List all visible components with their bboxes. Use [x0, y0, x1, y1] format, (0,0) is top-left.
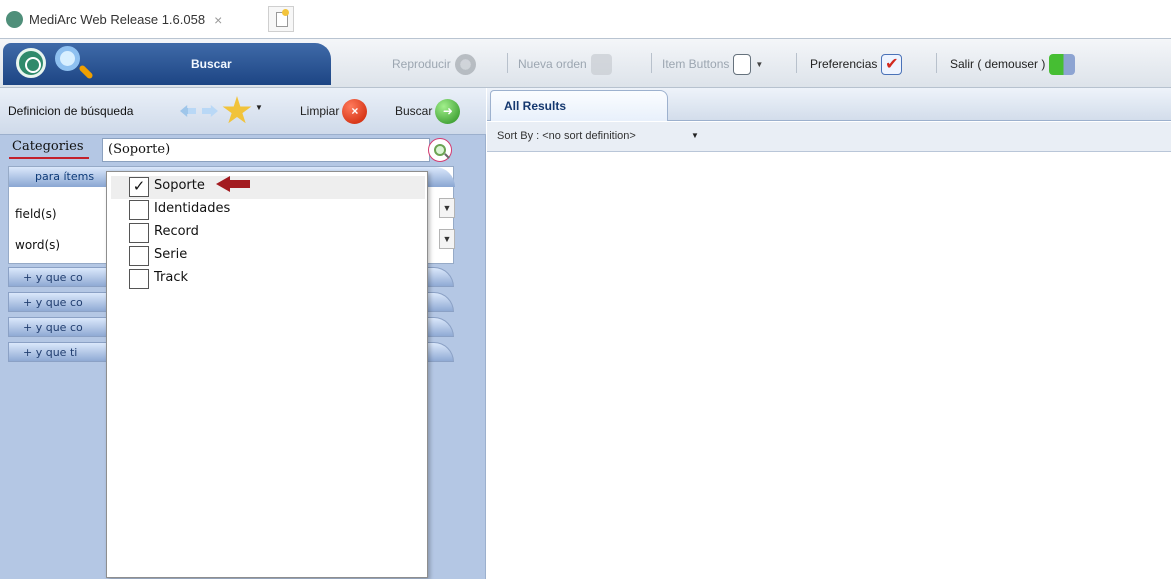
toolbar-divider	[796, 53, 797, 73]
condition-row-label: + y que ti	[23, 346, 78, 359]
dropdown-item-serie[interactable]: Serie	[129, 245, 389, 268]
search-toolbar: Definicion de búsqueda ▼ Limpiar × Busca…	[0, 88, 486, 135]
toolbar-divider	[936, 53, 937, 73]
words-label: word(s)	[15, 238, 61, 252]
preferences-button[interactable]: Preferencias ✔	[810, 52, 903, 76]
sort-bar: Sort By : <no sort definition> ▼	[487, 122, 1171, 152]
categories-lookup-button[interactable]	[428, 138, 452, 162]
checkbox[interactable]	[129, 246, 149, 266]
words-dropdown-button[interactable]: ▼	[439, 229, 455, 249]
search-tab[interactable]: Buscar	[3, 43, 331, 85]
dropdown-item-track[interactable]: Track	[129, 268, 389, 291]
browser-tab-strip: MediArc Web Release 1.6.058 ×	[0, 0, 1171, 38]
exit-button[interactable]: Salir ( demouser )	[950, 52, 1076, 76]
left-arrow-icon[interactable]	[180, 105, 196, 117]
fields-dropdown-button[interactable]: ▼	[439, 198, 455, 218]
globe-logo-icon	[16, 48, 46, 78]
dropdown-item-soporte[interactable]: ✓ Soporte	[111, 176, 425, 199]
right-arrow-icon[interactable]	[202, 105, 218, 117]
condition-row-label: + y que co	[23, 321, 83, 334]
condition-row-label: + y que co	[23, 296, 83, 309]
results-panel: All Results Sort By : <no sort definitio…	[487, 88, 1171, 579]
play-button[interactable]: Reproducir	[392, 52, 476, 76]
clear-button[interactable]: Limpiar ×	[300, 97, 368, 125]
dropdown-item-record[interactable]: Record	[129, 222, 389, 245]
browser-tab[interactable]: MediArc Web Release 1.6.058 ×	[6, 7, 222, 32]
mediarc-globe-icon	[6, 11, 23, 28]
browser-tab-title: MediArc Web Release 1.6.058	[29, 12, 206, 27]
criteria-title: para ítems	[35, 170, 95, 183]
condition-row-label: + y que co	[23, 271, 83, 284]
clear-label: Limpiar	[300, 104, 340, 118]
item-buttons-label: Item Buttons	[662, 57, 730, 71]
category-dropdown: ✓ Soporte Identidades Record Serie Track	[106, 171, 428, 578]
new-order-button[interactable]: Nueva orden	[518, 52, 612, 76]
red-arrow-icon	[216, 176, 250, 192]
dropdown-item-identidades[interactable]: Identidades	[129, 199, 389, 222]
search-icon	[55, 46, 80, 71]
go-arrow-icon: ➜	[435, 98, 461, 124]
checkbox[interactable]	[129, 200, 149, 220]
categories-underline	[9, 157, 89, 159]
dropdown-item-label: Soporte	[154, 178, 205, 193]
new-order-label: Nueva orden	[518, 57, 587, 71]
clear-icon: ×	[342, 98, 368, 124]
chevron-down-icon[interactable]: ▼	[255, 103, 263, 112]
run-search-label: Buscar	[395, 104, 433, 118]
tab-all-results-label: All Results	[504, 99, 567, 113]
preferences-label: Preferencias	[810, 57, 878, 71]
zoom-icon	[434, 144, 446, 156]
fields-label: field(s)	[15, 207, 57, 221]
new-tab-button[interactable]	[268, 6, 294, 32]
close-icon[interactable]: ×	[214, 12, 222, 28]
tab-all-results[interactable]: All Results	[490, 90, 668, 121]
categories-label: Categories	[12, 139, 84, 154]
speaker-icon	[454, 53, 476, 75]
toolbar-divider	[507, 53, 508, 73]
item-buttons-icon	[733, 53, 752, 75]
app-toolbar: Buscar Reproducir Nueva orden Item Butto…	[0, 38, 1171, 88]
order-icon	[590, 53, 612, 75]
toolbar-divider	[651, 53, 652, 73]
sort-label[interactable]: Sort By : <no sort definition>	[497, 130, 636, 142]
dropdown-item-label: Identidades	[154, 201, 231, 216]
dropdown-item-label: Track	[154, 270, 189, 285]
dropdown-item-label: Record	[154, 224, 199, 239]
search-definition-title: Definicion de búsqueda	[8, 104, 134, 118]
checkbox-checked[interactable]: ✓	[129, 177, 149, 197]
star-icon[interactable]	[222, 96, 252, 124]
chevron-down-icon[interactable]: ▼	[691, 131, 699, 140]
exit-door-icon	[1049, 53, 1076, 75]
categories-input[interactable]: (Soporte)	[102, 138, 430, 162]
play-label: Reproducir	[392, 57, 451, 71]
results-tabbar: All Results	[487, 88, 1171, 121]
item-buttons-button[interactable]: Item Buttons ▼	[662, 52, 763, 76]
new-tab-star-icon	[282, 9, 289, 16]
chevron-down-icon[interactable]: ▼	[755, 60, 763, 69]
search-tab-label: Buscar	[191, 57, 232, 71]
run-search-button[interactable]: Buscar ➜	[395, 97, 461, 125]
dropdown-item-label: Serie	[154, 247, 188, 262]
checkbox[interactable]	[129, 223, 149, 243]
checkbox[interactable]	[129, 269, 149, 289]
checklist-icon: ✔	[881, 53, 903, 75]
exit-label: Salir ( demouser )	[950, 57, 1046, 71]
